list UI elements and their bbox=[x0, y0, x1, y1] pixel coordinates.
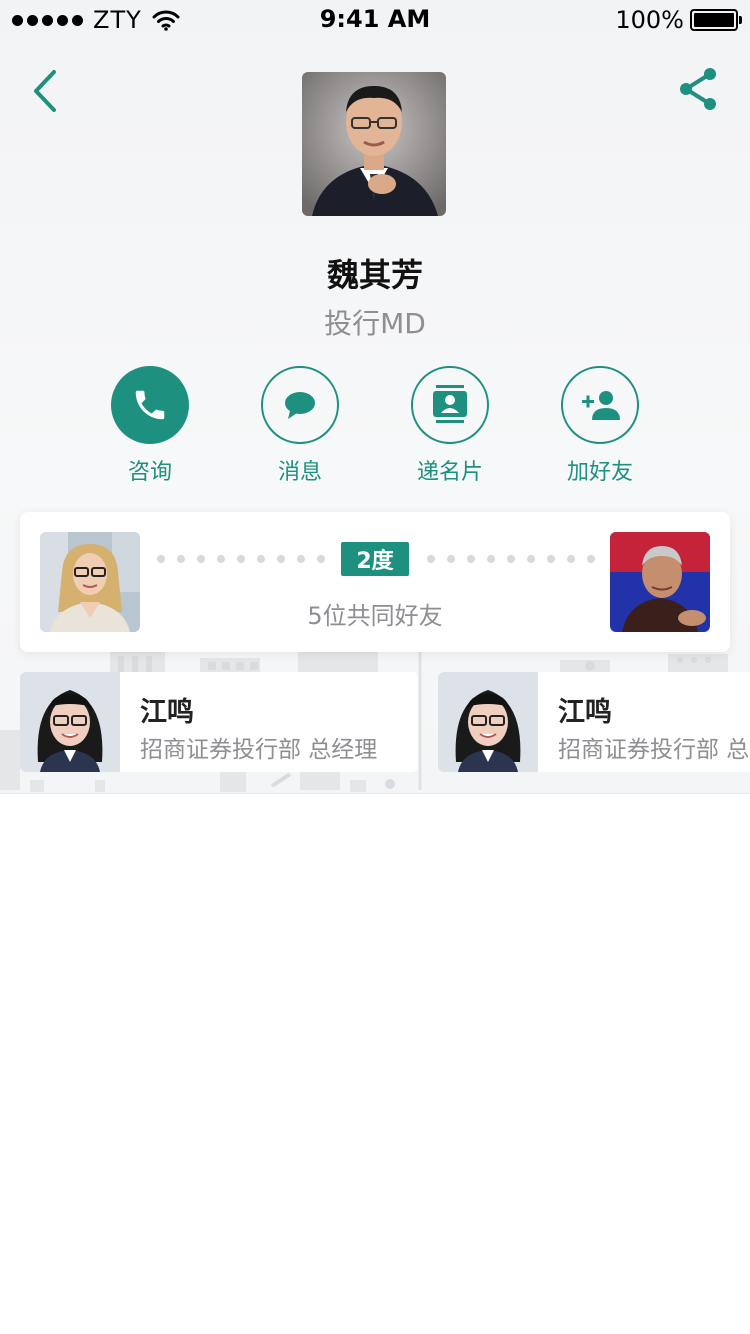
send-card-button-circle[interactable] bbox=[411, 366, 489, 444]
friend-card[interactable]: 江鸣 招商证券投行部 总经理 bbox=[20, 672, 418, 772]
action-bar: 咨询 消息 递名片 加好友 bbox=[0, 366, 750, 486]
connection-dots-left bbox=[157, 555, 325, 563]
friend-avatar bbox=[438, 672, 538, 772]
chat-bubble-icon bbox=[285, 392, 315, 419]
profile-header-area: ZTY 9:41 AM 100% 魏其芳 投行MD 咨询 消息 递名片 加好友 … bbox=[0, 0, 750, 794]
add-friend-icon bbox=[582, 391, 620, 420]
add-friend-button-circle[interactable] bbox=[561, 366, 639, 444]
battery-icon bbox=[690, 9, 742, 31]
message-button-circle[interactable] bbox=[261, 366, 339, 444]
profile-title: 投行MD bbox=[324, 307, 426, 340]
connection-card[interactable]: 2度 5位共同好友 bbox=[20, 512, 730, 652]
share-button[interactable] bbox=[674, 64, 724, 114]
add-friend-label: 加好友 bbox=[566, 460, 633, 485]
chevron-left-icon bbox=[34, 70, 56, 112]
degree-badge[interactable]: 2度 bbox=[341, 542, 409, 576]
consult-button-circle[interactable] bbox=[111, 366, 189, 444]
battery-percentage: 100% bbox=[615, 6, 684, 34]
profile-avatar[interactable] bbox=[302, 72, 446, 216]
status-right: 100% bbox=[615, 6, 742, 34]
man-portrait-image bbox=[610, 532, 710, 632]
send-card-label: 递名片 bbox=[416, 460, 483, 485]
friend-card[interactable]: 江鸣 招商证券投行部 总经理 bbox=[438, 672, 750, 772]
contact-card-icon bbox=[433, 385, 467, 423]
friend-name: 江鸣 bbox=[140, 697, 194, 728]
friend-description: 招商证券投行部 总经理 bbox=[558, 737, 750, 763]
phone-icon bbox=[135, 390, 165, 420]
section-divider bbox=[0, 793, 750, 794]
battery-fill bbox=[694, 13, 734, 27]
status-bar: ZTY 9:41 AM 100% bbox=[0, 0, 750, 40]
friend-avatar bbox=[20, 672, 120, 772]
consult-button[interactable]: 咨询 bbox=[90, 366, 210, 486]
add-friend-button[interactable]: 加好友 bbox=[540, 366, 660, 486]
back-button[interactable] bbox=[26, 66, 70, 116]
target-avatar[interactable] bbox=[610, 532, 710, 632]
friend-name: 江鸣 bbox=[558, 697, 612, 728]
profile-name: 魏其芳 bbox=[326, 256, 423, 294]
profile-portrait-image bbox=[302, 72, 446, 216]
message-button[interactable]: 消息 bbox=[240, 366, 360, 486]
consult-label: 咨询 bbox=[127, 460, 172, 485]
send-card-button[interactable]: 递名片 bbox=[390, 366, 510, 486]
share-icon bbox=[680, 68, 716, 110]
connection-dots-right bbox=[427, 555, 595, 563]
friend-description: 招商证券投行部 总经理 bbox=[140, 737, 378, 763]
message-label: 消息 bbox=[277, 460, 322, 485]
